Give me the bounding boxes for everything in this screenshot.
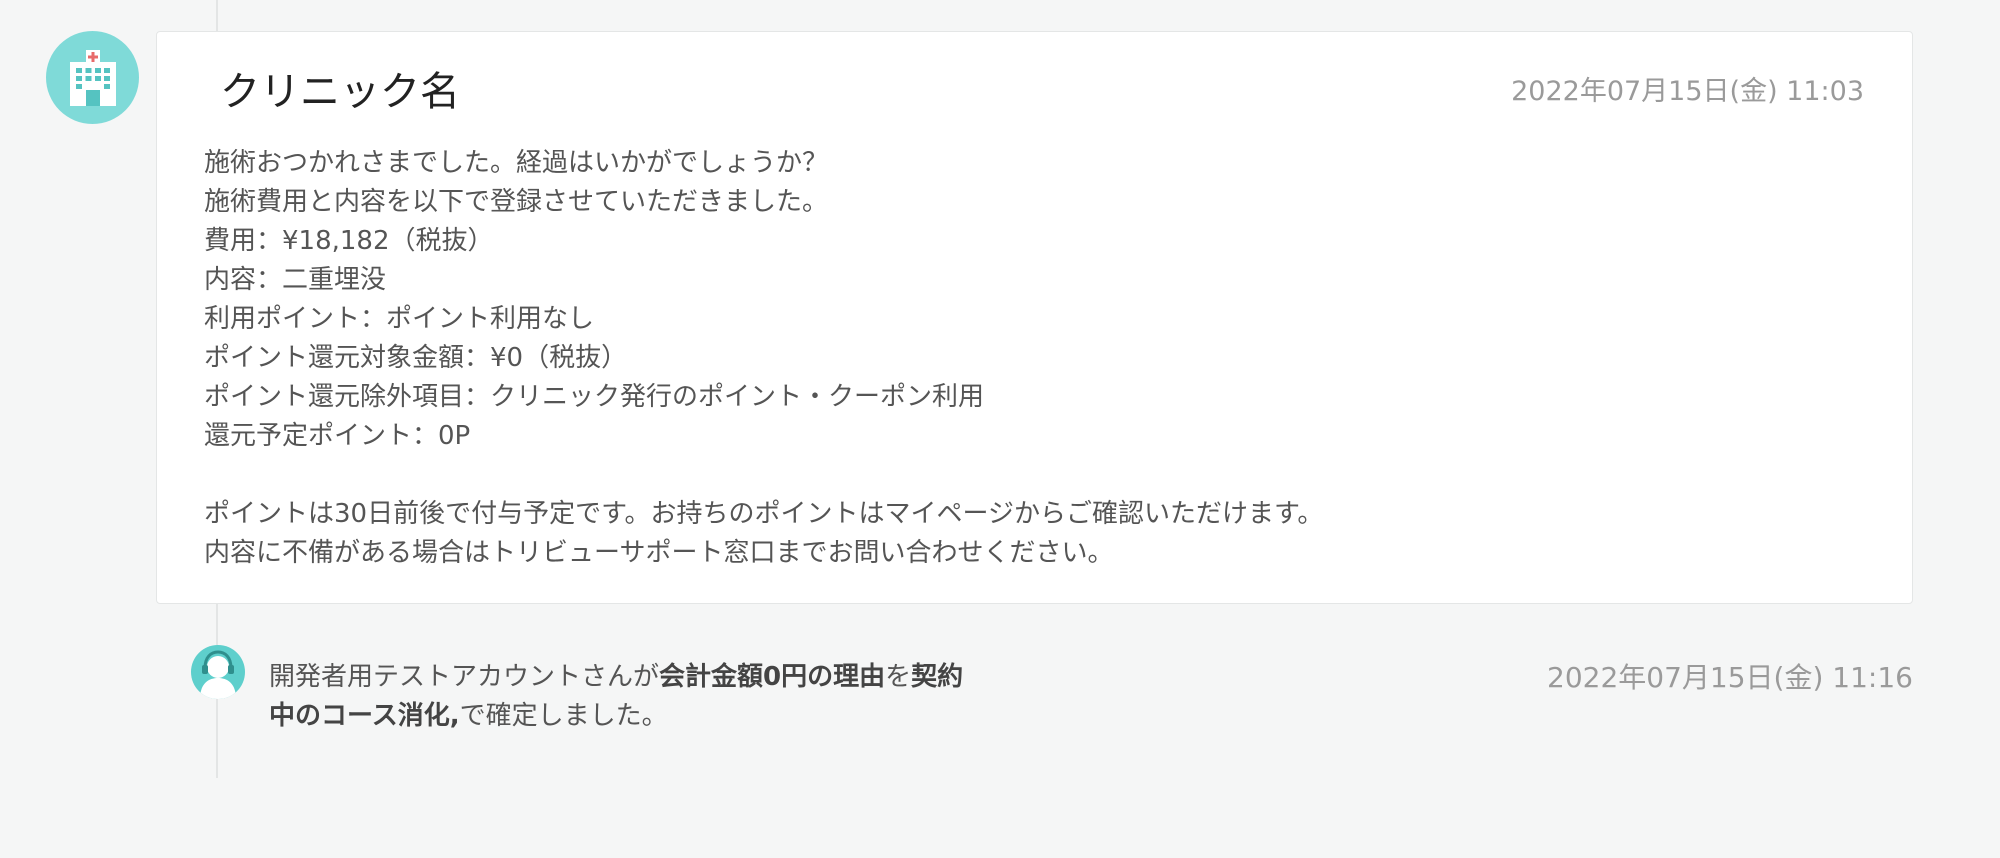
message-line: 費用：¥18,182（税抜） bbox=[204, 226, 494, 256]
message-line: ポイント還元対象金額：¥0（税抜） bbox=[204, 343, 628, 373]
message-line: 内容：二重埋没 bbox=[204, 265, 387, 295]
message-timestamp: 2022年07月15日(金) 11:03 bbox=[1511, 76, 1864, 107]
event-actor: 開発者用テストアカウントさんが bbox=[269, 662, 660, 692]
clinic-name: クリニック名 bbox=[220, 69, 460, 115]
message-line: ポイントは30日前後で付与予定です。お持ちのポイントはマイページからご確認いただ… bbox=[204, 499, 1324, 529]
message-line: 内容に不備がある場合はトリビューサポート窓口までお問い合わせください。 bbox=[204, 538, 1114, 568]
message-body: 施術おつかれさまでした。経過はいかがでしょうか？ 施術費用と内容を以下で登録させ… bbox=[204, 144, 1323, 573]
hospital-icon bbox=[69, 49, 116, 106]
clinic-message-card: クリニック名 2022年07月15日(金) 11:03 施術おつかれさまでした。… bbox=[156, 31, 1913, 604]
message-line: ポイント還元除外項目：クリニック発行のポイント・クーポン利用 bbox=[204, 382, 985, 412]
message-line: 利用ポイント：ポイント利用なし bbox=[204, 304, 595, 334]
support-agent-icon bbox=[200, 650, 236, 699]
event-suffix: で確定しました。 bbox=[459, 701, 668, 731]
event-timestamp: 2022年07月15日(金) 11:16 bbox=[1547, 661, 1913, 694]
message-line: 還元予定ポイント：0P bbox=[204, 421, 471, 451]
message-line: 施術費用と内容を以下で登録させていただきました。 bbox=[204, 187, 829, 217]
operator-avatar bbox=[191, 645, 245, 699]
event-connector: を bbox=[885, 662, 912, 692]
event-description: 開発者用テストアカウントさんが会計金額0円の理由を契約中のコース消化,で確定しま… bbox=[269, 658, 989, 736]
message-line: 施術おつかれさまでした。経過はいかがでしょうか？ bbox=[204, 148, 829, 178]
clinic-avatar bbox=[46, 31, 139, 124]
event-field: 会計金額0円の理由 bbox=[659, 662, 886, 692]
timeline-event: 開発者用テストアカウントさんが会計金額0円の理由を契約中のコース消化,で確定しま… bbox=[0, 640, 2000, 740]
